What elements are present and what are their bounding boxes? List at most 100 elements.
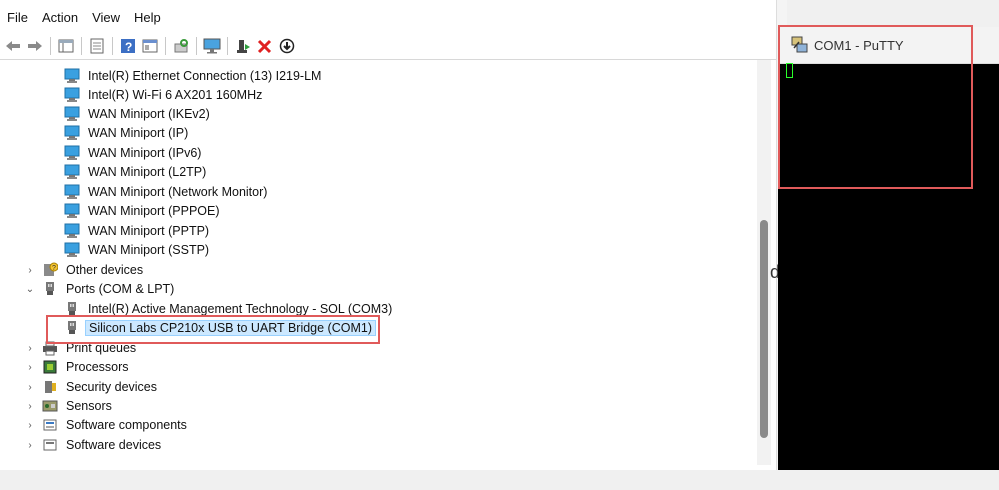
- network-adapter-icon: [64, 106, 80, 121]
- toolbar-separator: [112, 37, 113, 55]
- chevron-right-icon[interactable]: ›: [25, 420, 35, 431]
- tree-category-security-devices[interactable]: Security devices: [42, 377, 160, 396]
- network-adapter-icon: [64, 125, 80, 140]
- tree-item-label: Intel(R) Ethernet Connection (13) I219-L…: [88, 68, 322, 83]
- network-adapter-icon: [64, 223, 80, 238]
- chevron-right-icon[interactable]: ›: [25, 265, 35, 276]
- tree-item-network-adapter[interactable]: WAN Miniport (IPv6): [64, 143, 204, 162]
- tree-category-ports[interactable]: Ports (COM & LPT): [42, 279, 177, 298]
- uninstall-device-icon[interactable]: [256, 37, 274, 55]
- chevron-down-icon[interactable]: ⌄: [25, 284, 35, 295]
- tree-item-network-adapter[interactable]: Intel(R) Wi-Fi 6 AX201 160MHz: [64, 85, 265, 104]
- properties-icon[interactable]: [88, 37, 106, 55]
- tree-item-label: Other devices: [66, 262, 144, 277]
- tree-item-port-selected[interactable]: Silicon Labs CP210x USB to UART Bridge (…: [64, 318, 376, 337]
- toolbar-separator: [50, 37, 51, 55]
- chevron-right-icon[interactable]: ›: [25, 362, 35, 373]
- network-adapter-icon: [64, 87, 80, 102]
- tree-item-label: Silicon Labs CP210x USB to UART Bridge (…: [85, 319, 376, 336]
- network-adapter-icon: [64, 68, 80, 83]
- tree-item-label: Sensors: [66, 398, 112, 413]
- tree-item-label: Software components: [66, 417, 187, 432]
- back-arrow-icon[interactable]: [4, 37, 22, 55]
- toolbar-separator: [81, 37, 82, 55]
- tree-item-label: Ports (COM & LPT): [66, 281, 175, 296]
- menu-view[interactable]: View: [85, 8, 127, 30]
- tree-item-network-adapter[interactable]: WAN Miniport (PPTP): [64, 221, 212, 240]
- forward-arrow-icon[interactable]: [26, 37, 44, 55]
- toolbar-separator: [227, 37, 228, 55]
- help-icon[interactable]: ?: [119, 37, 137, 55]
- network-adapter-icon: [64, 184, 80, 199]
- view-icon[interactable]: [141, 37, 159, 55]
- menu-file[interactable]: File: [0, 8, 35, 30]
- tree-category-other-devices[interactable]: ? Other devices: [42, 260, 146, 279]
- tree-category-print-queues[interactable]: Print queues: [42, 338, 139, 357]
- update-driver-icon[interactable]: [234, 37, 252, 55]
- network-adapter-icon: [64, 242, 80, 257]
- tree-item-label: WAN Miniport (Network Monitor): [88, 184, 268, 199]
- tree-item-network-adapter[interactable]: WAN Miniport (IKEv2): [64, 104, 213, 123]
- tree-item-label: Processors: [66, 359, 129, 374]
- chevron-right-icon[interactable]: ›: [25, 382, 35, 393]
- tree-item-label: WAN Miniport (SSTP): [88, 242, 210, 257]
- device-tree: Intel(R) Ethernet Connection (13) I219-L…: [0, 60, 756, 460]
- tree-item-label: Security devices: [66, 379, 158, 394]
- tree-category-software-components[interactable]: Software components: [42, 415, 190, 434]
- network-adapter-icon: [64, 164, 80, 179]
- svg-text:?: ?: [125, 40, 132, 54]
- tree-item-network-adapter[interactable]: WAN Miniport (IP): [64, 123, 191, 142]
- tree-item-network-adapter[interactable]: Intel(R) Ethernet Connection (13) I219-L…: [64, 66, 324, 85]
- device-manager-window: File Action View Help ? Intel(R) Etherne…: [0, 0, 778, 470]
- software-component-icon: [43, 419, 57, 430]
- tree-category-software-devices[interactable]: Software devices: [42, 435, 164, 454]
- chevron-right-icon[interactable]: ›: [25, 401, 35, 412]
- putty-app-icon: [791, 36, 808, 53]
- port-icon: [68, 301, 76, 315]
- printer-icon: [43, 341, 57, 355]
- putty-window[interactable]: COM1 - PuTTY: [778, 27, 999, 477]
- network-adapter-icon: [64, 203, 80, 218]
- putty-title: COM1 - PuTTY: [814, 37, 904, 53]
- tree-item-label: WAN Miniport (IKEv2): [88, 106, 210, 121]
- unknown-device-icon: ?: [44, 262, 58, 276]
- tree-item-label: Print queues: [66, 340, 137, 355]
- security-device-icon: [45, 380, 56, 393]
- tree-item-label: WAN Miniport (IP): [88, 125, 189, 140]
- tree-item-label: WAN Miniport (PPTP): [88, 223, 210, 238]
- tree-item-port[interactable]: Intel(R) Active Management Technology - …: [64, 299, 395, 318]
- tree-item-label: WAN Miniport (IPv6): [88, 145, 202, 160]
- chevron-right-icon[interactable]: ›: [25, 440, 35, 451]
- tree-item-network-adapter[interactable]: WAN Miniport (PPPOE): [64, 201, 223, 220]
- tree-item-label: WAN Miniport (PPPOE): [88, 203, 220, 218]
- port-icon: [68, 320, 76, 334]
- tree-item-label: Software devices: [66, 437, 162, 452]
- scrollbar-thumb[interactable]: [760, 220, 768, 438]
- scan-hardware-icon[interactable]: [172, 37, 190, 55]
- toolbar-separator: [196, 37, 197, 55]
- vertical-scrollbar[interactable]: [757, 60, 771, 465]
- tree-category-processors[interactable]: Processors: [42, 357, 132, 376]
- tree-item-label: WAN Miniport (L2TP): [88, 164, 207, 179]
- show-hide-tree-icon[interactable]: [57, 37, 75, 55]
- toolbar-separator: [165, 37, 166, 55]
- tree-item-label: Intel(R) Active Management Technology - …: [88, 301, 393, 316]
- chevron-right-icon[interactable]: ›: [25, 343, 35, 354]
- menu-help[interactable]: Help: [127, 8, 168, 30]
- tree-category-sensors[interactable]: Sensors: [42, 396, 115, 415]
- tree-item-network-adapter[interactable]: WAN Miniport (L2TP): [64, 162, 209, 181]
- menu-action[interactable]: Action: [35, 8, 85, 30]
- terminal-cursor: [786, 63, 793, 78]
- tree-item-network-adapter[interactable]: WAN Miniport (SSTP): [64, 240, 212, 259]
- download-icon[interactable]: [278, 37, 296, 55]
- processor-icon: [43, 360, 57, 373]
- network-adapter-icon: [64, 145, 80, 160]
- monitor-icon[interactable]: [203, 37, 221, 55]
- port-icon: [46, 281, 54, 295]
- bottom-edge: [0, 470, 999, 490]
- putty-title-bar[interactable]: COM1 - PuTTY: [778, 27, 999, 64]
- tree-item-network-adapter[interactable]: WAN Miniport (Network Monitor): [64, 182, 270, 201]
- software-device-icon: [43, 439, 57, 450]
- svg-text:?: ?: [52, 265, 56, 272]
- toolbar: ?: [0, 33, 778, 60]
